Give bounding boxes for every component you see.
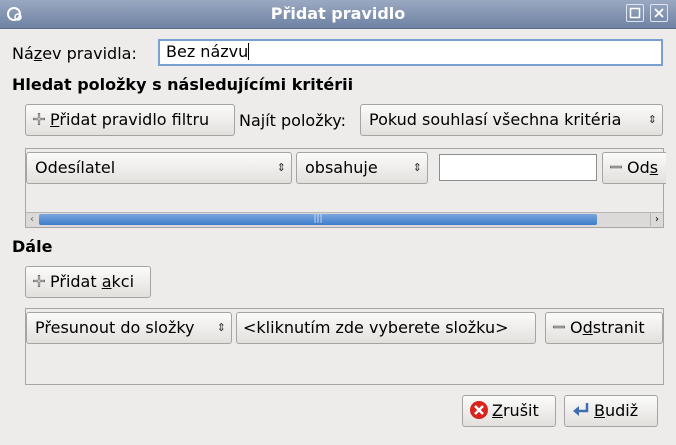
minus-icon xyxy=(553,325,565,329)
add-filter-rule-button[interactable]: Přidat pravidlo filtru xyxy=(25,104,235,136)
minus-icon xyxy=(610,165,622,169)
horizontal-scrollbar[interactable]: ‹ ||| › xyxy=(26,212,663,227)
criteria-field-combo[interactable]: Odesílatel ⇕ xyxy=(26,152,292,184)
rule-name-input[interactable]: Bez názvu xyxy=(158,39,663,66)
cancel-button[interactable]: Zrušit xyxy=(462,395,556,427)
window-title: Přidat pravidlo xyxy=(270,4,406,23)
criteria-value-input[interactable] xyxy=(439,154,597,181)
title-bar[interactable]: Přidat pravidlo xyxy=(0,0,676,29)
plus-icon xyxy=(33,113,45,125)
close-button[interactable] xyxy=(650,4,668,22)
criteria-remove-button[interactable]: Ods xyxy=(602,152,666,184)
plus-icon xyxy=(33,275,45,287)
criteria-operator-combo[interactable]: obsahuje ⇕ xyxy=(296,152,428,184)
combo-arrows-icon: ⇕ xyxy=(276,161,286,174)
criteria-list: Odesílatel ⇕ obsahuje ⇕ Ods ‹ ||| › xyxy=(25,148,666,228)
maximize-button[interactable] xyxy=(626,4,644,22)
choose-folder-button[interactable]: <kliknutím zde vyberete složku> xyxy=(236,312,536,344)
combo-arrows-icon: ⇕ xyxy=(216,321,226,334)
find-items-combo[interactable]: Pokud souhlasí všechna kritéria ⇕ xyxy=(360,104,663,136)
scroll-right-icon[interactable]: › xyxy=(650,213,663,226)
close-icon xyxy=(654,8,664,18)
criteria-heading: Hledat položky s následujícími kritérii xyxy=(12,75,354,94)
maximize-icon xyxy=(629,7,641,19)
enter-icon xyxy=(573,403,589,416)
action-type-combo[interactable]: Přesunout do složky ⇕ xyxy=(26,312,232,344)
actions-heading: Dále xyxy=(12,237,53,256)
add-action-button[interactable]: Přidat akci xyxy=(25,266,151,298)
combo-arrows-icon: ⇕ xyxy=(412,161,422,174)
actions-list: Přesunout do složky ⇕ <kliknutím zde vybe… xyxy=(25,308,664,385)
combo-arrows-icon: ⇕ xyxy=(647,113,657,126)
action-remove-button[interactable]: Odstranit xyxy=(545,312,663,344)
ok-button[interactable]: Budiž xyxy=(564,395,658,427)
rule-name-label: Název pravidla: xyxy=(12,44,137,63)
scrollbar-thumb[interactable]: ||| xyxy=(39,214,597,225)
find-items-label: Najít položky: xyxy=(239,111,346,130)
scroll-left-icon[interactable]: ‹ xyxy=(26,213,38,226)
cancel-icon xyxy=(470,401,488,419)
